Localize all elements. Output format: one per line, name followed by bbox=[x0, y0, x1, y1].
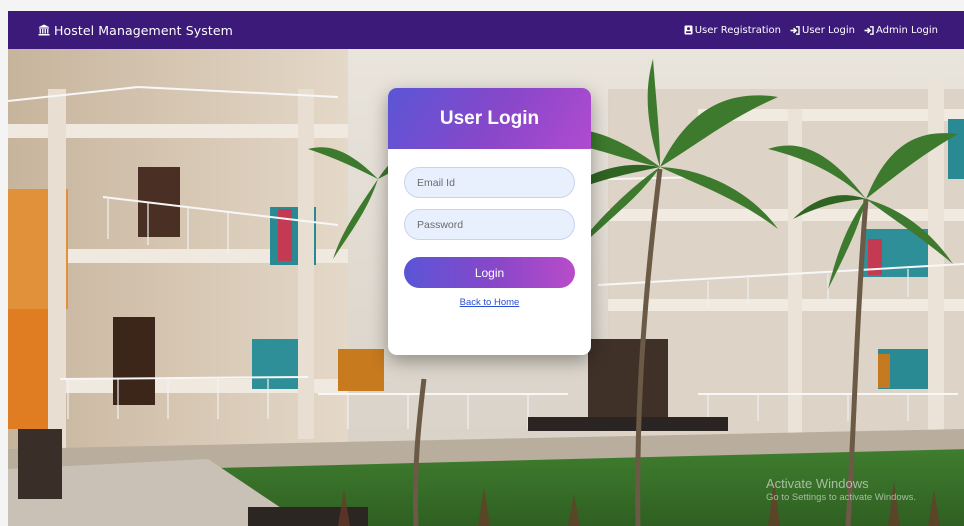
login-form: Login Back to Home bbox=[388, 149, 591, 308]
id-card-icon bbox=[684, 25, 693, 35]
top-navbar: Hostel Management System User Registrati… bbox=[8, 11, 964, 49]
nav-user-registration-label: User Registration bbox=[694, 24, 782, 36]
watermark-subtitle: Go to Settings to activate Windows. bbox=[766, 492, 916, 503]
nav-links: User Registration User Login Admin Login bbox=[684, 25, 938, 36]
nav-user-login-label: User Login bbox=[802, 24, 855, 36]
login-card-header: User Login bbox=[388, 88, 591, 149]
login-button[interactable]: Login bbox=[404, 257, 575, 288]
watermark-title: Activate Windows bbox=[766, 476, 869, 491]
back-to-home-link[interactable]: Back to Home bbox=[404, 297, 575, 308]
password-field[interactable] bbox=[404, 209, 575, 240]
nav-user-login[interactable]: User Login bbox=[790, 25, 855, 36]
brand[interactable]: Hostel Management System bbox=[38, 23, 233, 38]
sign-in-icon bbox=[864, 25, 874, 35]
nav-user-registration[interactable]: User Registration bbox=[684, 25, 781, 36]
login-title: User Login bbox=[439, 107, 540, 129]
bank-building-icon bbox=[38, 24, 50, 36]
nav-admin-login-label: Admin Login bbox=[875, 24, 938, 36]
brand-title: Hostel Management System bbox=[54, 22, 233, 38]
nav-admin-login[interactable]: Admin Login bbox=[864, 25, 938, 36]
login-card: User Login Login Back to Home bbox=[388, 88, 591, 355]
email-field[interactable] bbox=[404, 167, 575, 198]
sign-in-icon bbox=[790, 25, 800, 35]
page-frame: Hostel Management System User Registrati… bbox=[8, 11, 964, 526]
activate-windows-watermark: Activate Windows Go to Settings to activ… bbox=[766, 476, 916, 503]
